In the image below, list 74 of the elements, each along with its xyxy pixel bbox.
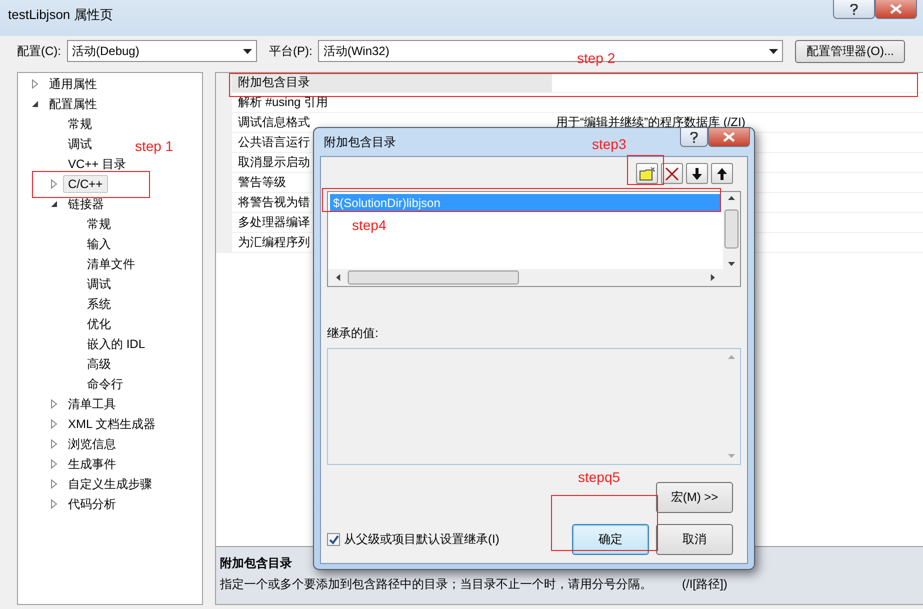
tree-item[interactable]: 链接器 (63, 194, 109, 214)
tree-item[interactable]: 嵌入的 IDL (82, 334, 150, 354)
configuration-manager-button[interactable]: 配置管理器(O)... (795, 40, 906, 62)
tree-item[interactable]: 浏览信息 (63, 434, 121, 454)
move-up-button[interactable] (711, 163, 733, 184)
tree-item[interactable]: C/C++ (63, 175, 108, 193)
up-arrow-icon (717, 168, 727, 180)
folder-icon (639, 166, 655, 180)
tree-item[interactable]: 系统 (82, 294, 116, 314)
close-button[interactable] (875, 0, 917, 19)
help-button[interactable] (680, 128, 708, 147)
ok-button[interactable]: 确定 (572, 524, 649, 555)
expand-arrow-icon[interactable] (49, 499, 59, 509)
new-folder-button[interactable] (636, 163, 658, 184)
help-icon (690, 132, 698, 142)
down-arrow-icon (692, 168, 702, 180)
tree-item[interactable]: 优化 (82, 314, 116, 334)
property-value[interactable] (552, 73, 923, 92)
window-title: testLibjson 属性页 (8, 6, 113, 24)
delete-button[interactable] (661, 163, 683, 184)
tree-item[interactable]: VC++ 目录 (63, 154, 132, 174)
tree-item[interactable]: 输入 (82, 234, 116, 254)
tree-item[interactable]: 清单文件 (82, 254, 140, 274)
tree-item[interactable]: XML 文档生成器 (63, 414, 161, 434)
tree-item[interactable]: 命令行 (82, 374, 128, 394)
tree-item[interactable]: 调试 (63, 134, 97, 154)
dialog-title: 附加包含目录 (324, 134, 396, 150)
switch-text: (/I[路径]) (682, 576, 728, 593)
tree-item[interactable]: 代码分析 (63, 494, 121, 514)
step-annotation: step 1 (135, 138, 174, 154)
property-name[interactable]: 解析 #using 引用 (232, 93, 552, 112)
dropdown-arrow-icon[interactable] (243, 48, 252, 54)
delete-icon (665, 166, 679, 180)
step-annotation: step3 (592, 136, 626, 152)
expand-arrow-icon[interactable] (49, 399, 59, 409)
step-annotation: stepq5 (578, 469, 620, 485)
platform-label: 平台(P): (269, 42, 312, 60)
expand-arrow-icon[interactable] (49, 479, 59, 489)
expand-arrow-icon[interactable] (49, 439, 59, 449)
help-icon (850, 4, 858, 14)
close-button[interactable] (708, 128, 750, 147)
expand-arrow-icon[interactable] (49, 459, 59, 469)
move-down-button[interactable] (686, 163, 708, 184)
tree-item[interactable]: 通用属性 (44, 74, 102, 94)
tree-item[interactable]: 常规 (82, 214, 116, 234)
close-icon (723, 132, 735, 142)
configuration-dropdown[interactable]: 活动(Debug) (67, 40, 257, 62)
macros-button[interactable]: 宏(M) >> (656, 482, 733, 513)
cancel-button[interactable]: 取消 (656, 524, 733, 555)
tree-item[interactable]: 清单工具 (63, 394, 121, 414)
collapse-arrow-icon[interactable] (49, 199, 59, 209)
description-text: 指定一个或多个要添加到包含路径中的目录；当目录不止一个时，请用分号分隔。 (220, 576, 652, 593)
tree-item[interactable]: 自定义生成步骤 (63, 474, 157, 494)
tree-item[interactable]: 生成事件 (63, 454, 121, 474)
checkmark-icon (328, 534, 338, 544)
expand-arrow-icon[interactable] (30, 79, 40, 89)
highlight-frame (627, 155, 664, 185)
inherited-values-label: 继承的值: (327, 325, 380, 342)
close-icon (890, 4, 902, 14)
property-value[interactable] (552, 93, 923, 112)
tree-item[interactable]: 常规 (63, 114, 97, 134)
property-name[interactable]: 附加包含目录 (232, 73, 552, 92)
configuration-label: 配置(C): (17, 42, 61, 60)
tree-item[interactable]: 调试 (82, 274, 116, 294)
inherit-checkbox[interactable]: 从父级或项目默认设置继承(I) (327, 531, 565, 548)
expand-arrow-icon[interactable] (49, 419, 59, 429)
tree-item[interactable]: 配置属性 (44, 94, 102, 114)
help-button[interactable] (833, 0, 875, 19)
description-title: 附加包含目录 (220, 555, 293, 572)
dropdown-arrow-icon[interactable] (769, 48, 778, 54)
tree-item[interactable]: 高级 (82, 354, 116, 374)
expand-arrow-icon[interactable] (49, 179, 59, 189)
step-annotation: step4 (352, 217, 386, 233)
collapse-arrow-icon[interactable] (30, 99, 40, 109)
